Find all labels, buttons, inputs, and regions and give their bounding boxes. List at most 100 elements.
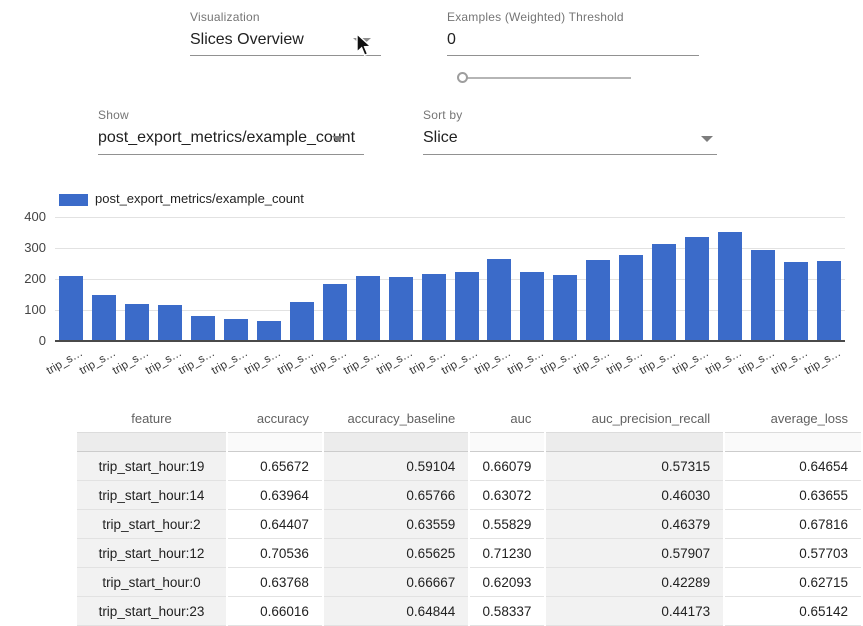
threshold-input[interactable]: 0	[447, 24, 699, 56]
bar[interactable]	[652, 244, 676, 340]
show-dropdown[interactable]: post_export_metrics/example_count	[98, 122, 364, 155]
table-row[interactable]: trip_start_hour:190.656720.591040.660790…	[77, 452, 861, 481]
show-label: Show	[98, 108, 364, 122]
column-header-average_loss[interactable]: average_loss	[725, 404, 861, 433]
metric-cell: 0.62093	[470, 568, 544, 597]
metric-cell: 0.71230	[470, 539, 544, 568]
y-tick-label: 200	[6, 271, 46, 286]
bar[interactable]	[191, 316, 215, 340]
filter-cell	[324, 433, 468, 452]
column-header-accuracy_baseline[interactable]: accuracy_baseline	[324, 404, 468, 433]
bar-slot	[516, 216, 549, 340]
bar-slot	[55, 216, 88, 340]
metric-cell: 0.62715	[725, 568, 861, 597]
metric-cell: 0.57907	[546, 539, 723, 568]
sort-dropdown[interactable]: Slice	[423, 122, 717, 155]
filter-cell	[546, 433, 723, 452]
bar[interactable]	[257, 321, 281, 340]
bar-slot	[746, 216, 779, 340]
metric-cell: 0.46030	[546, 481, 723, 510]
y-tick-label: 100	[6, 302, 46, 317]
metrics-table: featureaccuracyaccuracy_baselineaucauc_p…	[75, 404, 863, 626]
visualization-label: Visualization	[190, 10, 381, 24]
bar[interactable]	[158, 305, 182, 340]
y-tick-label: 400	[6, 209, 46, 224]
bar[interactable]	[92, 295, 116, 340]
sort-control: Sort by Slice	[423, 108, 717, 155]
bar[interactable]	[586, 260, 610, 340]
column-header-feature[interactable]: feature	[77, 404, 226, 433]
table-row[interactable]: trip_start_hour:00.637680.666670.620930.…	[77, 568, 861, 597]
threshold-value: 0	[447, 31, 456, 48]
bar[interactable]	[718, 232, 742, 340]
metric-cell: 0.63655	[725, 481, 861, 510]
table-row[interactable]: trip_start_hour:140.639640.657660.630720…	[77, 481, 861, 510]
feature-cell: trip_start_hour:14	[77, 481, 226, 510]
threshold-slider-handle[interactable]	[457, 72, 468, 83]
bar[interactable]	[784, 262, 808, 340]
bar-slot	[450, 216, 483, 340]
visualization-value: Slices Overview	[190, 31, 304, 48]
bar-slot	[549, 216, 582, 340]
threshold-slider-track[interactable]	[467, 77, 631, 79]
filter-cell	[470, 433, 544, 452]
bar[interactable]	[389, 277, 413, 340]
bar-slot	[351, 216, 384, 340]
column-header-accuracy[interactable]: accuracy	[228, 404, 322, 433]
metric-cell: 0.65625	[324, 539, 468, 568]
bar-slot	[681, 216, 714, 340]
bar-slot	[187, 216, 220, 340]
show-chevron-down-icon[interactable]	[332, 136, 344, 142]
bar[interactable]	[455, 272, 479, 340]
table-row[interactable]: trip_start_hour:120.705360.656250.712300…	[77, 539, 861, 568]
metric-cell: 0.58337	[470, 597, 544, 626]
metric-cell: 0.55829	[470, 510, 544, 539]
bar[interactable]	[520, 272, 544, 340]
bar[interactable]	[290, 302, 314, 340]
bar[interactable]	[125, 304, 149, 340]
bar-slot	[648, 216, 681, 340]
bar-slot	[384, 216, 417, 340]
bar[interactable]	[751, 250, 775, 340]
bar[interactable]	[323, 284, 347, 340]
metric-cell: 0.66016	[228, 597, 322, 626]
column-header-auc[interactable]: auc	[470, 404, 544, 433]
feature-cell: trip_start_hour:0	[77, 568, 226, 597]
filter-cell	[77, 433, 226, 452]
metric-cell: 0.46379	[546, 510, 723, 539]
bar-slot	[88, 216, 121, 340]
column-header-auc_precision_recall[interactable]: auc_precision_recall	[546, 404, 723, 433]
legend-swatch	[59, 194, 88, 206]
bar[interactable]	[619, 255, 643, 340]
sort-chevron-down-icon[interactable]	[701, 136, 713, 142]
bar[interactable]	[553, 275, 577, 340]
bar-slot	[483, 216, 516, 340]
bar[interactable]	[356, 276, 380, 340]
bar-slot	[121, 216, 154, 340]
legend-label: post_export_metrics/example_count	[95, 191, 304, 206]
table-row[interactable]: trip_start_hour:230.660160.648440.583370…	[77, 597, 861, 626]
feature-cell: trip_start_hour:12	[77, 539, 226, 568]
table-row[interactable]: trip_start_hour:20.644070.635590.558290.…	[77, 510, 861, 539]
bar[interactable]	[487, 259, 511, 340]
bar[interactable]	[224, 319, 248, 340]
metric-cell: 0.65672	[228, 452, 322, 481]
metric-cell: 0.63964	[228, 481, 322, 510]
bar-slot	[615, 216, 648, 340]
bar[interactable]	[422, 274, 446, 340]
feature-cell: trip_start_hour:2	[77, 510, 226, 539]
bar-slot	[220, 216, 253, 340]
bar[interactable]	[817, 261, 841, 340]
metric-cell: 0.63768	[228, 568, 322, 597]
metric-cell: 0.66079	[470, 452, 544, 481]
metric-cell: 0.59104	[324, 452, 468, 481]
sort-label: Sort by	[423, 108, 717, 122]
metric-cell: 0.57315	[546, 452, 723, 481]
bar-slot	[582, 216, 615, 340]
metric-cell: 0.63072	[470, 481, 544, 510]
bar[interactable]	[59, 276, 83, 340]
sort-value: Slice	[423, 129, 458, 146]
metric-cell: 0.64407	[228, 510, 322, 539]
bar[interactable]	[685, 237, 709, 340]
metric-cell: 0.42289	[546, 568, 723, 597]
